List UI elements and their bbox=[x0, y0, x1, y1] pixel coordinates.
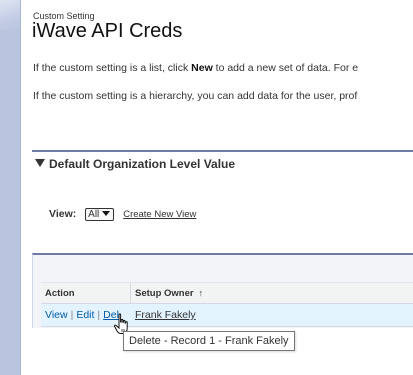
sidebar-graphic bbox=[0, 0, 20, 30]
view-label: View: bbox=[49, 208, 77, 220]
view-row: View: All Create New View bbox=[49, 208, 196, 221]
info-list-prefix: If the custom setting is a list, click bbox=[33, 62, 192, 74]
section-title[interactable]: Default Organization Level Value bbox=[35, 157, 235, 171]
action-separator: | bbox=[97, 309, 101, 321]
info-new-keyword: New bbox=[191, 62, 213, 74]
info-list-suffix: to add a new set of data. For e bbox=[212, 62, 359, 74]
column-header-setup-owner[interactable]: Setup Owner ↑ bbox=[135, 288, 203, 299]
left-sidebar-strip bbox=[0, 0, 21, 375]
info-list-text: If the custom setting is a list, click N… bbox=[33, 62, 358, 74]
column-divider bbox=[130, 283, 131, 303]
chevron-down-icon bbox=[102, 211, 111, 216]
create-new-view-link[interactable]: Create New View bbox=[123, 209, 196, 220]
related-list-block: Action Setup Owner ↑ View | Edit | Del Frank … bbox=[32, 253, 413, 328]
view-select-value: All bbox=[88, 209, 100, 220]
section-title-label: Default Organization Level Value bbox=[49, 157, 236, 171]
default-org-section-header[interactable]: Default Organization Level Value bbox=[32, 150, 413, 176]
sort-ascending-icon: ↑ bbox=[198, 288, 204, 298]
records-table: Action Setup Owner ↑ View | Edit | Del Frank … bbox=[41, 282, 413, 327]
view-link[interactable]: View bbox=[45, 309, 68, 321]
view-select[interactable]: All bbox=[85, 208, 115, 221]
setup-owner-link[interactable]: Frank Fakely bbox=[135, 309, 196, 321]
action-separator: | bbox=[70, 309, 74, 321]
page: Custom Setting iWave API Creds If the cu… bbox=[0, 0, 413, 375]
info-hierarchy-text: If the custom setting is a hierarchy, yo… bbox=[33, 90, 358, 102]
page-title: iWave API Creds bbox=[32, 20, 183, 42]
triangle-down-icon[interactable] bbox=[35, 159, 45, 167]
table-row: View | Edit | Del Frank Fakely bbox=[41, 304, 413, 327]
edit-link[interactable]: Edit bbox=[76, 309, 94, 321]
row-actions: View | Edit | Del bbox=[45, 309, 119, 321]
main-content: Custom Setting iWave API Creds If the cu… bbox=[32, 0, 413, 375]
table-header: Action Setup Owner ↑ bbox=[41, 282, 413, 304]
column-header-setup-owner-label: Setup Owner bbox=[135, 288, 194, 299]
delete-tooltip: Delete - Record 1 - Frank Fakely bbox=[123, 331, 295, 351]
column-header-action: Action bbox=[45, 288, 75, 299]
